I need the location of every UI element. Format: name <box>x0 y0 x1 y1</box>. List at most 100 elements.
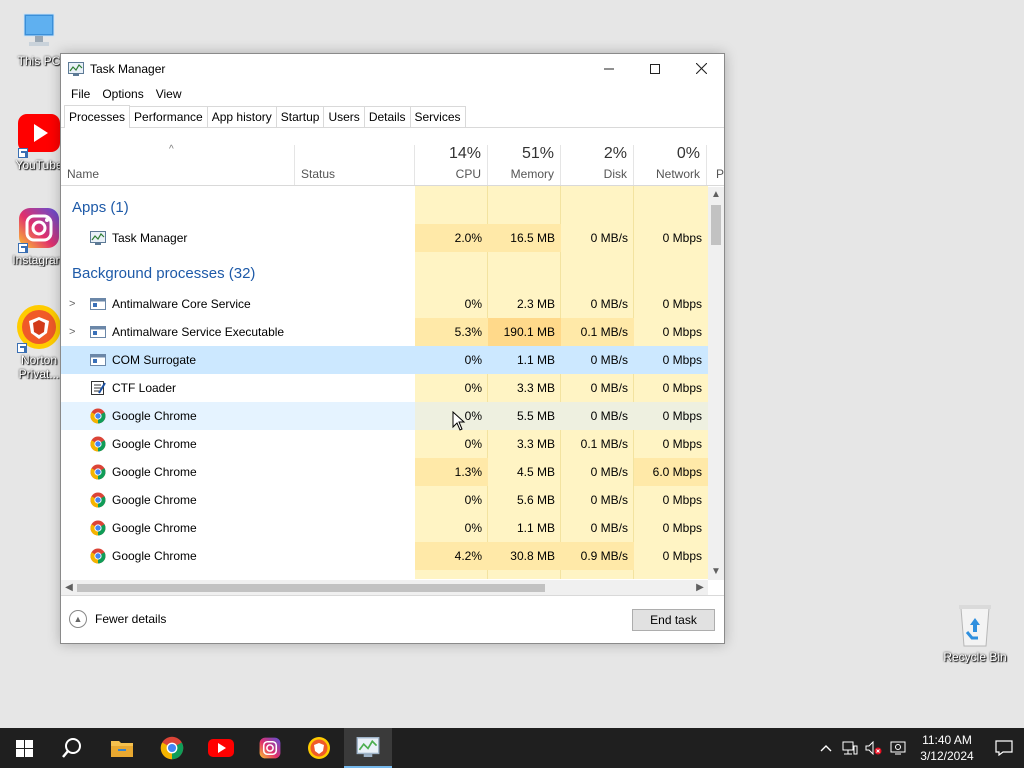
scroll-up-arrow-icon[interactable]: ▲ <box>708 187 724 203</box>
taskbar-file-explorer[interactable] <box>98 728 146 768</box>
tab-processes[interactable]: Processes <box>64 105 131 128</box>
column-network-header[interactable]: 0% Network <box>634 145 707 185</box>
group-header-background[interactable]: Background processes (32) <box>61 260 708 288</box>
shortcut-arrow-icon <box>18 148 28 158</box>
disk-value: 0 MB/s <box>590 231 628 245</box>
tab-services[interactable]: Services <box>409 106 466 127</box>
group-title: Background processes (32) <box>72 265 256 282</box>
process-name: Google Chrome <box>112 521 197 535</box>
desktop-icon-recycle-bin[interactable]: Recycle Bin <box>940 602 1010 664</box>
table-row[interactable]: Google Chrome 1.3% 4.5 MB 0 MB/s 6.0 Mbp… <box>61 458 708 486</box>
volume-muted-icon[interactable] <box>862 728 886 768</box>
task-manager-icon <box>68 61 84 76</box>
tab-users[interactable]: Users <box>323 106 365 127</box>
menu-view[interactable]: View <box>150 87 188 101</box>
table-row[interactable]: Google Chrome 4.2% 30.8 MB 0.9 MB/s 0 Mb… <box>61 542 708 570</box>
scroll-right-arrow-icon[interactable]: ▶ <box>692 580 708 596</box>
taskbar-instagram[interactable] <box>246 728 294 768</box>
cpu-value: 0% <box>464 521 482 535</box>
fewer-details-link[interactable]: ▲ Fewer details <box>69 610 166 628</box>
table-row[interactable]: CTF Loader 0% 3.3 MB 0 MB/s 0 Mbps <box>61 374 708 402</box>
system-tray: 11:40 AM 3/12/2024 <box>814 728 1024 768</box>
column-name-header[interactable]: ^ Name <box>61 144 295 185</box>
maximize-button[interactable] <box>632 54 678 83</box>
recycle-bin-icon <box>955 602 995 648</box>
table-row[interactable]: > Antimalware Service Executable 5.3% 19… <box>61 318 708 346</box>
memory-value: 16.5 MB <box>510 231 555 245</box>
chrome-icon <box>160 736 184 760</box>
table-row[interactable]: > Antimalware Core Service 0% 2.3 MB 0 M… <box>61 290 708 318</box>
close-button[interactable] <box>678 54 724 83</box>
horizontal-scroll-thumb[interactable] <box>77 584 545 592</box>
chrome-icon <box>90 408 106 424</box>
memory-value: 190.1 MB <box>503 325 555 339</box>
start-button[interactable] <box>0 728 48 768</box>
table-row[interactable]: Google Chrome 0% 1.1 MB 0 MB/s 0 Mbps <box>61 514 708 542</box>
task-manager-icon <box>90 231 106 245</box>
cpu-value: 0% <box>464 437 482 451</box>
table-row-hover[interactable]: Google Chrome 0% 5.5 MB 0 MB/s 0 Mbps <box>61 402 708 430</box>
column-cpu-header[interactable]: 14% CPU <box>415 145 488 185</box>
process-name: Google Chrome <box>112 465 197 479</box>
clock-date: 3/12/2024 <box>920 749 974 763</box>
chrome-icon <box>90 520 106 536</box>
norton-browser-icon <box>308 737 330 759</box>
display-settings-icon[interactable] <box>886 728 910 768</box>
cpu-value: 2.0% <box>454 231 482 245</box>
close-icon <box>695 63 707 74</box>
expand-chevron-icon[interactable]: > <box>69 318 75 346</box>
cpu-value: 5.3% <box>454 325 482 339</box>
network-value: 6.0 Mbps <box>652 465 702 479</box>
cpu-value: 0% <box>464 493 482 507</box>
tab-app-history[interactable]: App history <box>206 106 277 127</box>
system-clock[interactable]: 11:40 AM 3/12/2024 <box>910 732 984 764</box>
instagram-icon <box>16 205 62 253</box>
scroll-left-arrow-icon[interactable]: ◀ <box>61 580 77 596</box>
table-row[interactable]: Task Manager 2.0% 16.5 MB 0 MB/s 0 Mbps <box>61 224 708 252</box>
action-center-button[interactable] <box>984 728 1024 768</box>
column-network-label: Network <box>655 167 700 181</box>
vertical-scrollbar[interactable]: ▲ ▼ <box>708 187 724 580</box>
search-button[interactable] <box>48 728 96 768</box>
taskbar-task-manager[interactable] <box>344 728 392 768</box>
menu-file[interactable]: File <box>65 87 96 101</box>
column-status-label: Status <box>301 167 336 181</box>
memory-value: 1.1 MB <box>488 346 561 374</box>
network-value: 0 Mbps <box>662 409 702 423</box>
network-icon[interactable] <box>838 728 862 768</box>
tab-startup[interactable]: Startup <box>275 106 325 127</box>
table-row-selected[interactable]: COM Surrogate 0% 1.1 MB 0 MB/s 0 Mbps <box>61 346 708 374</box>
scroll-down-arrow-icon[interactable]: ▼ <box>708 564 724 580</box>
column-cpu-label: CPU <box>455 167 481 181</box>
task-manager-window[interactable]: Task Manager File Options View Processes… <box>60 53 725 644</box>
norton-label: Norton Privat... <box>18 353 60 381</box>
column-disk-header[interactable]: 2% Disk <box>561 145 634 185</box>
disk-total: 2% <box>603 145 627 162</box>
disk-value: 0.9 MB/s <box>580 549 628 563</box>
process-grid: ^ Name Status 14% CPU 51% Memory 2% Disk… <box>61 144 724 596</box>
cpu-value: 0% <box>464 297 482 311</box>
disk-value: 0 MB/s <box>590 521 628 535</box>
minimize-button[interactable] <box>586 54 632 83</box>
group-header-apps[interactable]: Apps (1) <box>61 194 708 222</box>
process-list[interactable]: Apps (1) Task Manager 2.0% 16.5 MB 0 MB/… <box>61 186 708 579</box>
expand-chevron-icon[interactable]: > <box>69 290 75 318</box>
tab-details[interactable]: Details <box>363 106 411 127</box>
tab-strip: Processes Performance App history Startu… <box>61 105 724 128</box>
end-task-button[interactable]: End task <box>632 609 715 631</box>
show-hidden-icons-chevron-icon[interactable] <box>814 728 838 768</box>
horizontal-scrollbar[interactable]: ◀ ▶ <box>61 580 708 596</box>
table-row[interactable]: Google Chrome 0% 3.3 MB 0.1 MB/s 0 Mbps <box>61 430 708 458</box>
window-footer: ▲ Fewer details End task <box>61 595 724 643</box>
table-row[interactable]: Google Chrome 0% 5.6 MB 0 MB/s 0 Mbps <box>61 486 708 514</box>
taskbar-chrome[interactable] <box>148 728 196 768</box>
column-status-header[interactable]: Status <box>295 145 415 185</box>
taskbar-norton[interactable] <box>295 728 343 768</box>
vertical-scroll-thumb[interactable] <box>711 205 721 245</box>
column-power-header[interactable]: P <box>708 145 724 185</box>
menu-options[interactable]: Options <box>96 87 149 101</box>
taskbar-youtube[interactable] <box>197 728 245 768</box>
title-bar[interactable]: Task Manager <box>61 54 724 83</box>
column-memory-header[interactable]: 51% Memory <box>488 145 561 185</box>
tab-performance[interactable]: Performance <box>129 106 208 127</box>
